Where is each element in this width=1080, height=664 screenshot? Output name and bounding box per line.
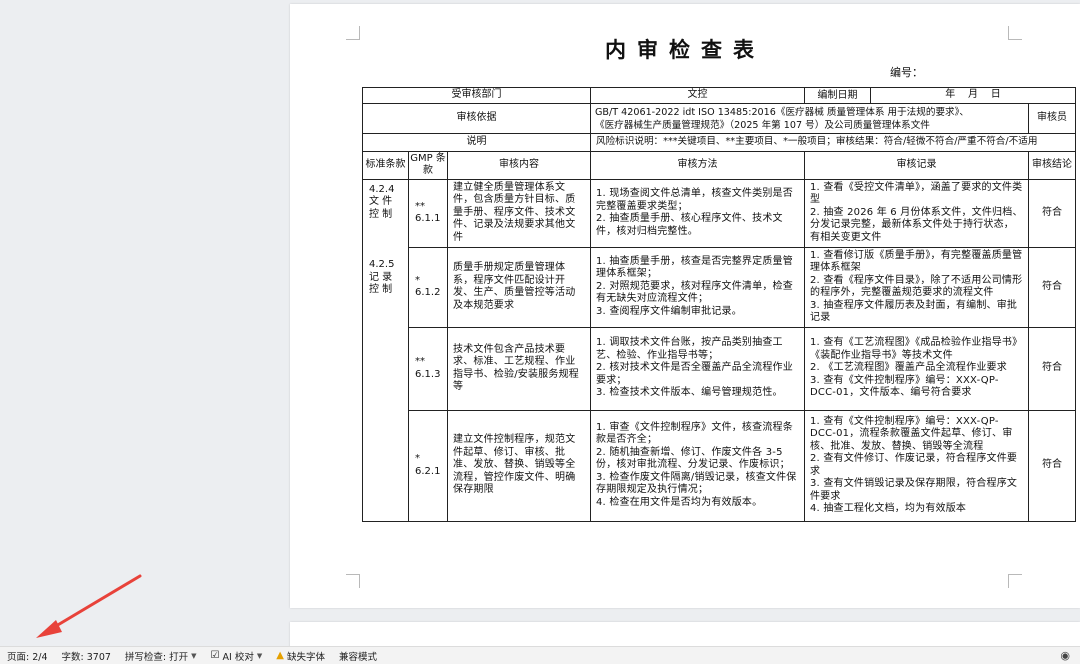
compat-mode-label[interactable]: 兼容模式 — [332, 647, 384, 664]
date-value: 年 月 日 — [945, 89, 1001, 101]
basis-value-line2: 《医疗器械生产质量管理规范》（2025 年第 107 号）及公司质量管理体系文件 — [595, 119, 930, 131]
audit-content: 质量手册规定质量管理体系，程序文件匹配设计开发、生产、质量管控等活动及本规范要求 — [447, 246, 591, 328]
col-header-method: 审核方法 — [590, 150, 805, 180]
audit-record: 1. 查有《工艺流程图》《成品检验作业指导书》《装配作业指导书》等技术文件 2.… — [804, 326, 1029, 411]
col-header-std: 标准条款 — [362, 150, 409, 180]
audit-result: 符合 — [1028, 409, 1076, 522]
std-code: 4.2.4 — [369, 183, 395, 195]
missing-font-button[interactable]: ▲ 缺失字体 — [269, 647, 332, 664]
audit-record: 1. 查看《受控文件清单》，涵盖了要求的文件类型 2. 抽查 2026 年 6 … — [804, 178, 1029, 248]
col-header-gmp: GMP 条款 — [408, 150, 448, 180]
std-clause-cell: 4.2.4 文 件 控 制 4.2.5 记 录 控 制 — [362, 178, 409, 522]
chevron-down-icon: ▼ — [256, 651, 263, 660]
status-bar: 页面: 2/4 字数: 3707 拼写检查: 打开 ▼ ☑ AI 校对 ▼ ▲ 缺失字体… — [0, 646, 1080, 664]
gmp-level: ** — [415, 356, 425, 367]
document-number-label: 编号： — [890, 66, 923, 79]
gmp-level: * — [415, 274, 420, 286]
table-row: * 6.1.2 质量手册规定质量管理体系，程序文件匹配设计开发、生产、质量管控等… — [363, 246, 1076, 328]
note-label: 说明 — [362, 133, 591, 152]
proofread-icon: ☑ — [210, 650, 220, 661]
audit-record: 1. 查看修订版《质量手册》，有完整覆盖质量管理体系框架 2. 查看《程序文件目… — [804, 246, 1029, 328]
document-title: 内审检查表 — [605, 38, 765, 62]
page-indicator[interactable]: 页面: 2/4 — [0, 647, 55, 664]
warning-icon: ▲ — [276, 650, 284, 661]
gmp-code: 6.1.1 — [415, 213, 441, 224]
audit-result: 符合 — [1028, 326, 1076, 411]
col-header-content: 审核内容 — [447, 150, 591, 180]
std-group: 4.2.4 文 件 控 制 — [369, 184, 402, 222]
audit-method: 1. 审查《文件控制程序》文件，核查流程条款是否齐全； 2. 随机抽查新增、修订… — [590, 409, 805, 522]
audit-method: 1. 抽查质量手册，核查是否完整界定质量管理体系框架； 2. 对照规范要求，核对… — [590, 246, 805, 328]
chevron-down-icon: ▼ — [191, 651, 197, 660]
table-row: ** 6.1.3 技术文件包含产品技术要求、标准、工艺规程、作业指导书、检验/安… — [363, 326, 1076, 411]
std-name: 文 件 控 制 — [369, 196, 393, 220]
audit-result: 符合 — [1028, 246, 1076, 328]
audit-method: 1. 现场查阅文件总清单，核查文件类别是否完整覆盖要求类型； 2. 抽查质量手册… — [590, 178, 805, 248]
audit-content: 建立健全质量管理体系文件，包含质量方针目标、质量手册、程序文件、技术文件、记录及… — [447, 178, 591, 248]
table-row: * 6.2.1 建立文件控制程序，规范文件起草、修订、审核、批准、发放、替换、销… — [363, 409, 1076, 522]
basis-label: 审核依据 — [362, 103, 591, 134]
auditor-label: 审核员 — [1037, 112, 1067, 124]
table-row: 4.2.4 文 件 控 制 4.2.5 记 录 控 制 ** 6.1.1 建立健… — [362, 178, 1076, 522]
audit-result: 符合 — [1028, 178, 1076, 248]
spell-check-toggle[interactable]: 拼写检查: 打开 ▼ — [118, 647, 204, 664]
gmp-code: 6.2.1 — [415, 465, 441, 477]
annotation-arrow-icon — [36, 574, 142, 638]
eye-icon[interactable]: ◉ — [1060, 649, 1070, 662]
audit-checklist-table: 受审核部门 文控 编制日期 年 月 日 审核依据 GB/T 42061-2022… — [362, 87, 1076, 522]
std-name: 记 录 控 制 — [369, 271, 393, 296]
date-label: 编制日期 — [805, 88, 871, 103]
audit-method: 1. 调取技术文件台账，按产品类别抽查工艺、检验、作业指导书等； 2. 核对技术… — [590, 326, 805, 411]
audit-content: 建立文件控制程序，规范文件起草、修订、审核、批准、发放、替换、销毁等全流程，管控… — [447, 409, 591, 522]
dept-label: 受审核部门 — [362, 87, 591, 104]
ai-proofread-button[interactable]: ☑ AI 校对 ▼ — [204, 647, 270, 664]
col-header-result: 审核结论 — [1028, 150, 1076, 180]
audit-record: 1. 查有《文件控制程序》编号：XXX-QP-DCC-01，流程条款覆盖文件起草… — [804, 409, 1029, 522]
col-header-record: 审核记录 — [804, 150, 1029, 180]
document-page[interactable]: 内审检查表 编号： 受审核部门 文控 编制日期 年 月 日 审核依据 GB/T … — [290, 4, 1080, 608]
gmp-level: ** — [415, 200, 425, 212]
gmp-level: * — [415, 453, 420, 464]
margin-mark-bottom-left — [346, 574, 360, 588]
std-code: 4.2.5 — [369, 259, 395, 270]
note-value: 风险标识说明：***关键项目、**主要项目、*一般项目；审核结果：符合/轻微不符… — [590, 133, 1076, 152]
basis-value-line1: GB/T 42061-2022 idt ISO 13485:2016《医疗器械 … — [595, 106, 970, 118]
dept-value: 文控 — [590, 87, 805, 104]
margin-mark-bottom-right — [1008, 574, 1022, 588]
word-count[interactable]: 字数: 3707 — [55, 647, 118, 664]
gmp-code: 6.1.2 — [415, 287, 441, 298]
audit-content: 技术文件包含产品技术要求、标准、工艺规程、作业指导书、检验/安装服务规程等 — [447, 326, 591, 411]
std-group: 4.2.5 记 录 控 制 — [369, 259, 402, 297]
gmp-code: 6.1.3 — [415, 368, 441, 380]
